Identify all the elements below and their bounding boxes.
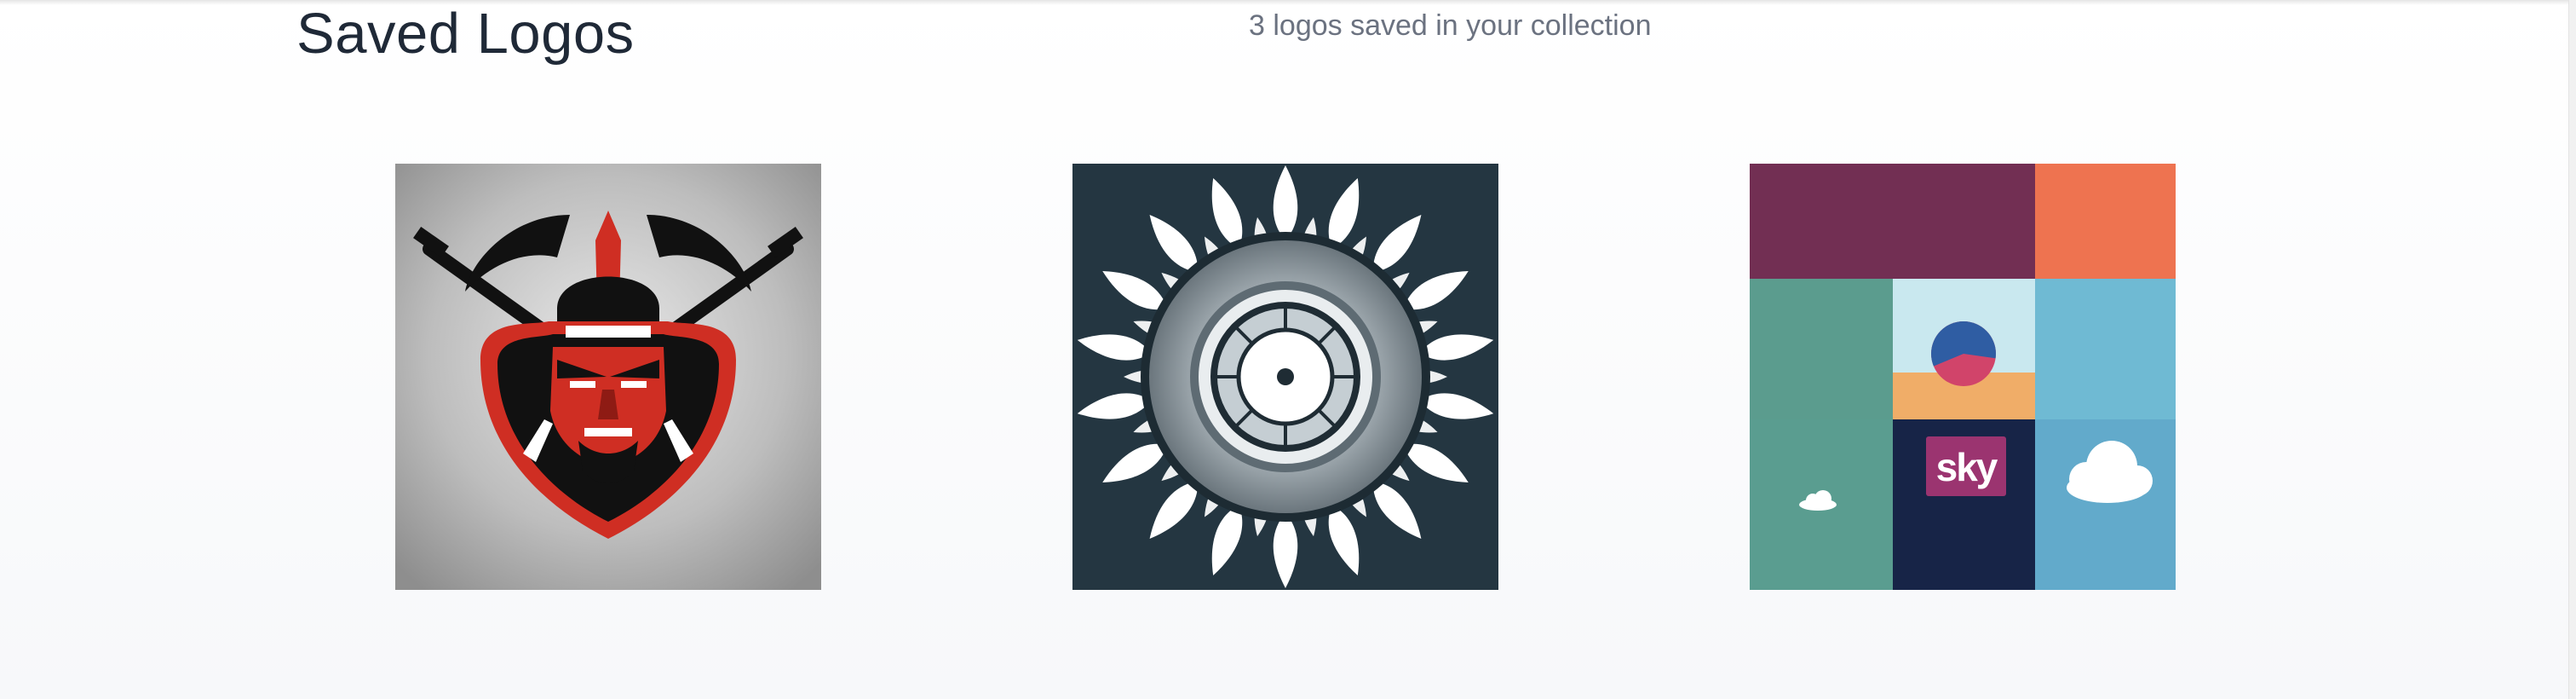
- sky-tiles-logo-icon: sky: [1750, 164, 2176, 590]
- samurai-mask-logo-icon: [395, 164, 821, 590]
- page-header: Saved Logos 3 logos saved in your collec…: [0, 0, 2576, 77]
- page-title: Saved Logos: [296, 2, 635, 66]
- logo-grid: sky: [0, 164, 2576, 590]
- logo-card-samurai[interactable]: [395, 164, 821, 590]
- sun-wheel-logo-icon: [1072, 164, 1498, 590]
- logo-card-sky[interactable]: sky: [1750, 164, 2176, 590]
- logo-card-sun-wheel[interactable]: [1072, 164, 1498, 590]
- scrollbar[interactable]: [2568, 0, 2576, 699]
- sky-wordmark: sky: [1936, 445, 1998, 489]
- saved-count-subtitle: 3 logos saved in your collection: [1249, 9, 1652, 42]
